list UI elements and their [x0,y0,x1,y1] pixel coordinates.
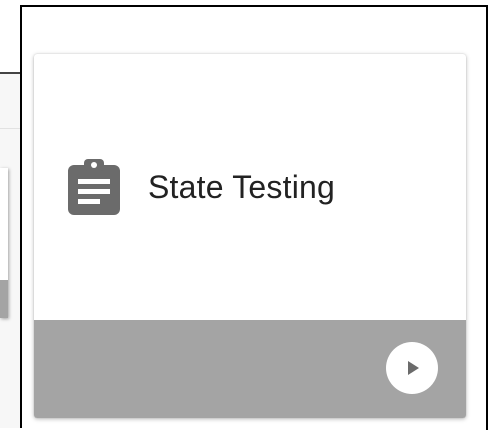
background-window-titlebar [0,0,22,42]
card-body: State Testing [34,54,466,320]
background-divider [0,128,22,129]
card-footer [34,320,466,418]
play-icon [408,361,419,375]
play-button[interactable] [386,342,438,394]
background-window-toolbar [0,40,22,74]
background-card-footer [0,280,8,318]
clipboard-icon [68,159,120,215]
card-title: State Testing [148,168,336,205]
state-testing-card[interactable]: State Testing [34,54,466,418]
